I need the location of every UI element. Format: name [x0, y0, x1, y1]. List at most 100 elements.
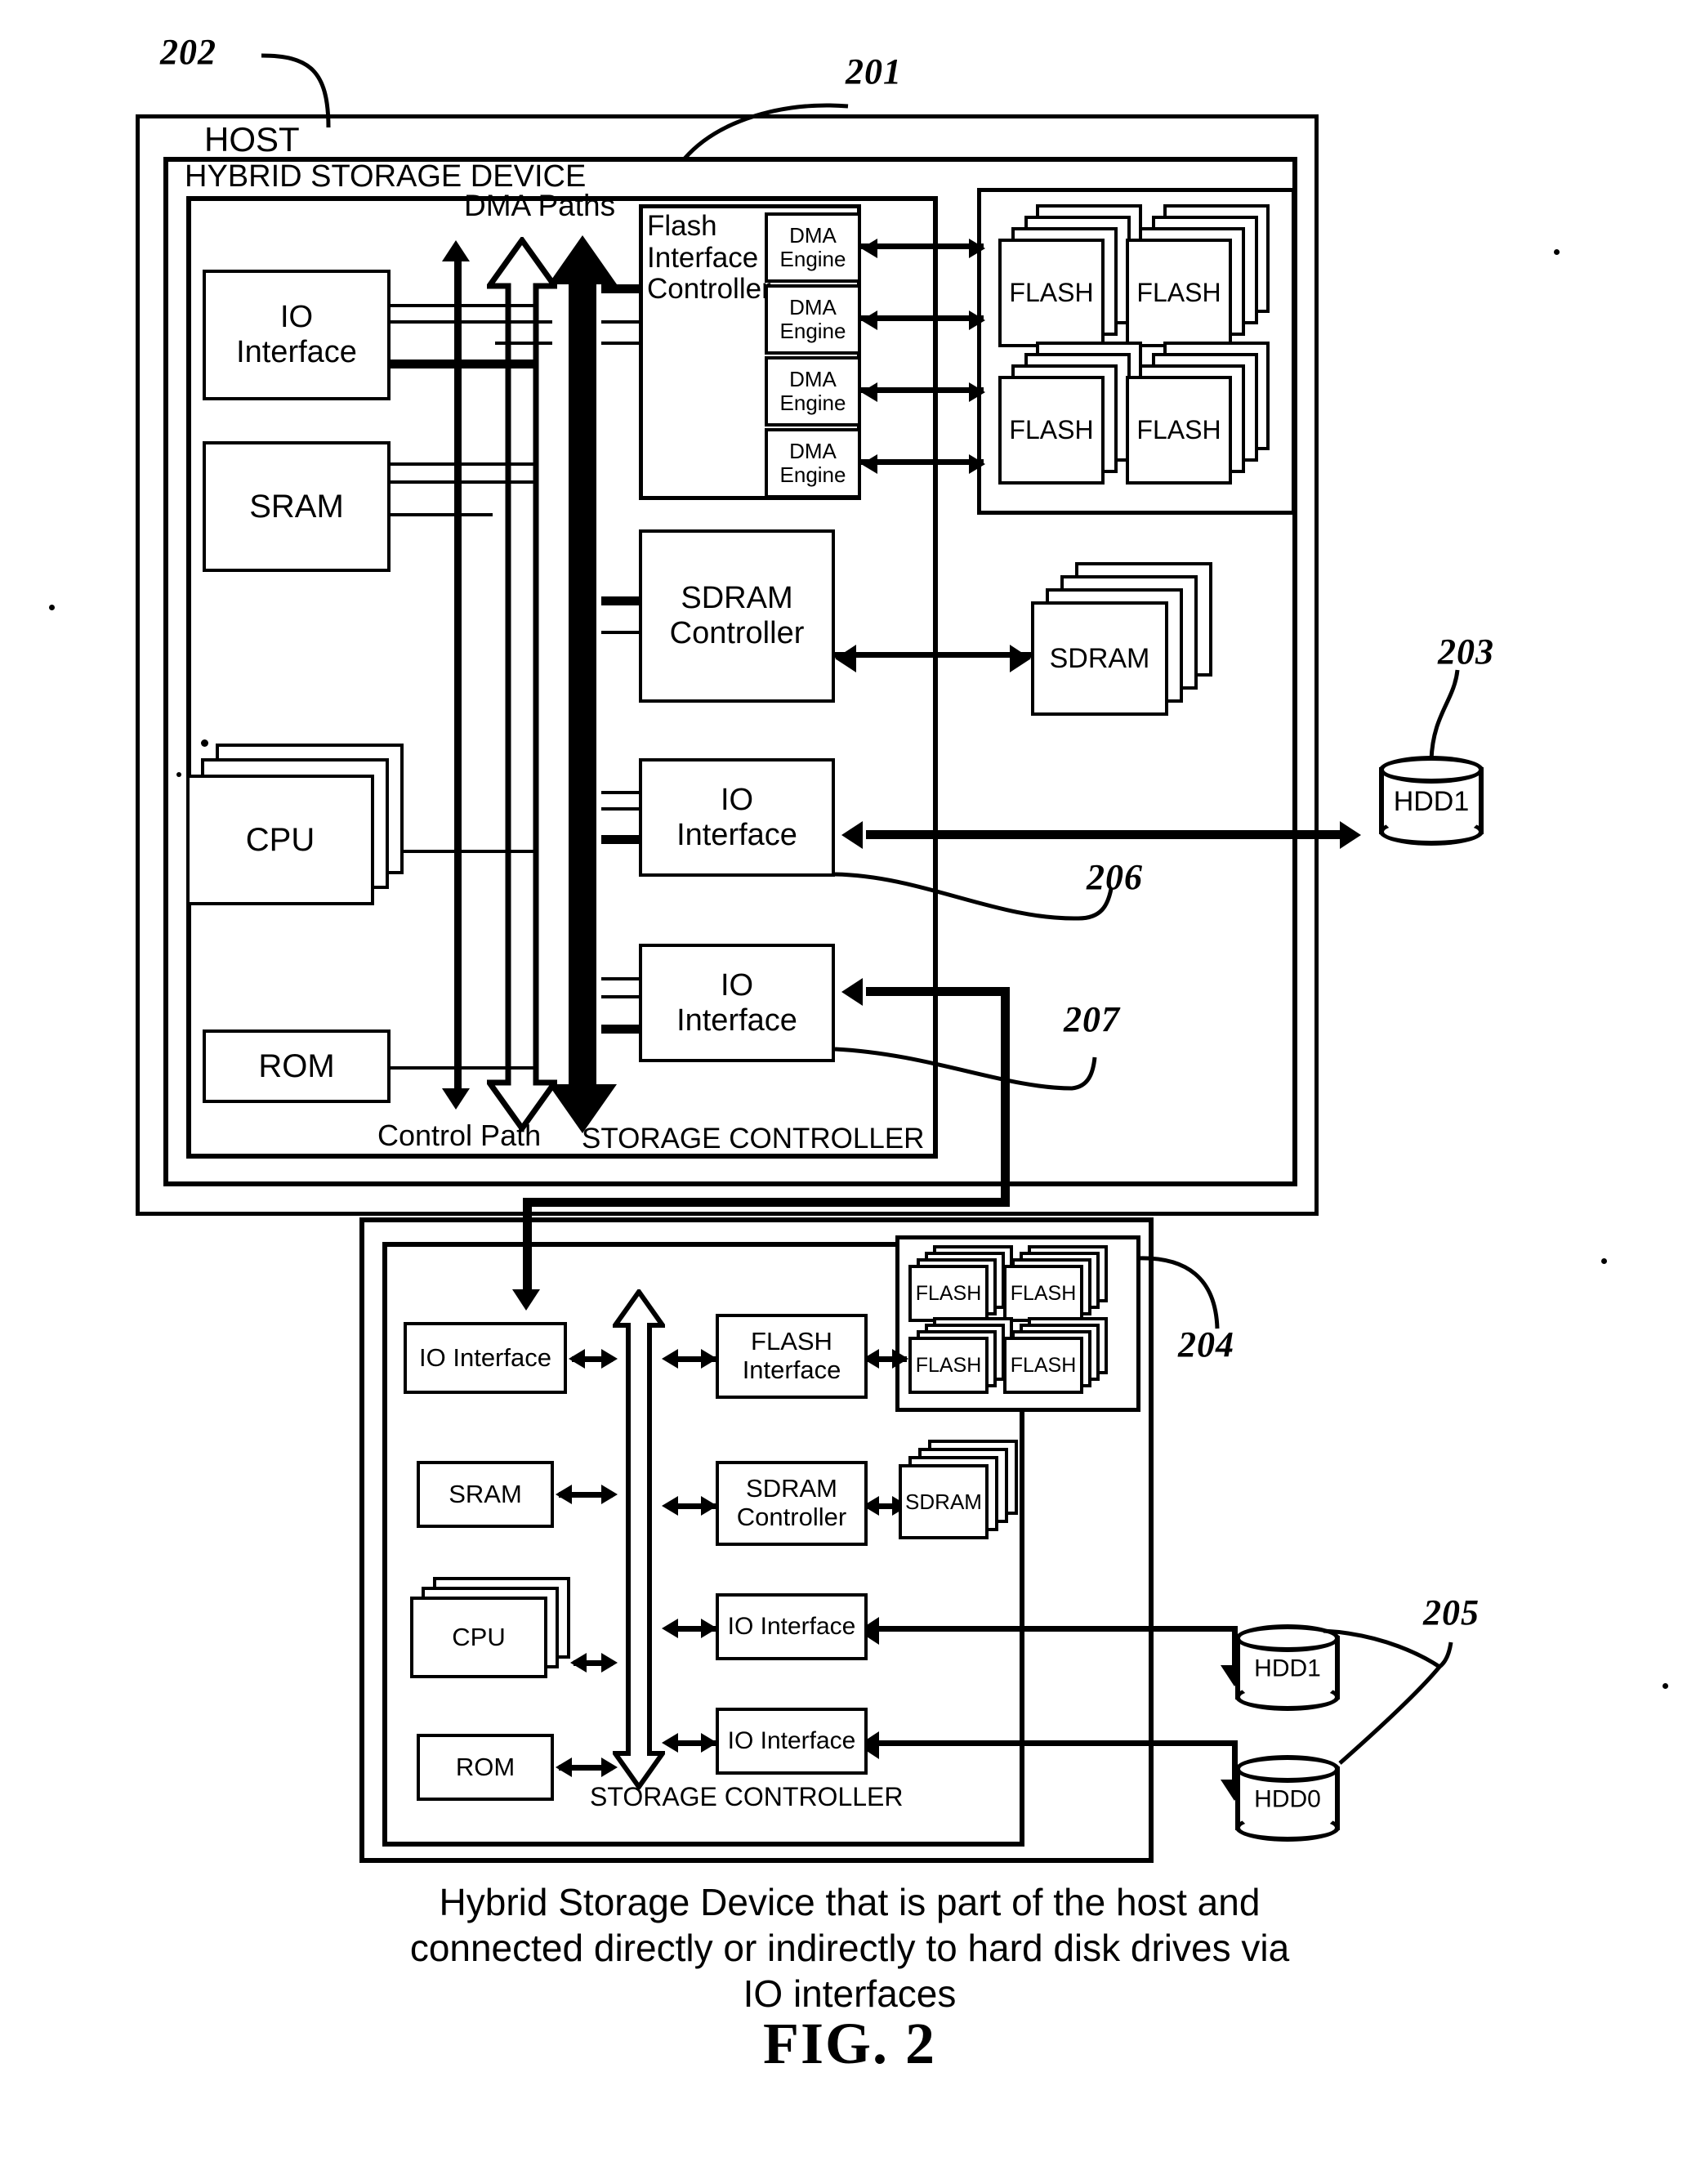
arrowhead-left: [861, 382, 877, 402]
scan-speck: [1554, 249, 1560, 255]
leader-line-207: [834, 1047, 1097, 1091]
arrowhead-left: [556, 1485, 572, 1504]
sdram-front: SDRAM: [1031, 601, 1168, 716]
block-label: ROM: [455, 1752, 516, 1781]
wire-io207-h2: [523, 1198, 1010, 1207]
wire-io207-dma-bus: [601, 1025, 640, 1034]
block-label: SDRAM Controller: [669, 581, 805, 650]
cpu-front: CPU: [186, 775, 374, 905]
block-label: IO Interface: [676, 782, 797, 852]
arrowhead-left: [662, 1496, 678, 1516]
wire-io206-bus: [601, 791, 640, 794]
bus-tie: [458, 850, 493, 853]
wire-fic-bus: [601, 342, 640, 345]
figure-caption: Hybrid Storage Device that is part of th…: [245, 1879, 1454, 2017]
arrowhead-left: [861, 239, 877, 258]
flash-stack-b3[interactable]: FLASH: [908, 1317, 1019, 1399]
scan-speck: [176, 772, 181, 777]
wire-dma2-flash: [861, 315, 984, 321]
ref-207: 207: [1064, 999, 1120, 1039]
block-io-interface-bottom-in[interactable]: IO Interface: [404, 1322, 567, 1394]
block-label: IO Interface: [419, 1342, 551, 1372]
block-io-interface-206[interactable]: IO Interface: [639, 758, 835, 877]
flash-interface-controller-label: Flash Interface Controller: [647, 210, 771, 305]
block-dma-engine-1[interactable]: DMA Engine: [765, 212, 861, 283]
block-sdram-controller-bottom[interactable]: SDRAM Controller: [716, 1461, 868, 1546]
block-label: SDRAM: [905, 1489, 982, 1514]
wire-sram-to-bus: [391, 462, 538, 466]
bus-tie: [458, 320, 493, 324]
wire-io206-dma-bus: [601, 835, 640, 844]
block-label: FLASH: [1010, 1281, 1077, 1305]
block-io-interface-207[interactable]: IO Interface: [639, 944, 835, 1062]
block-io-interface-host[interactable]: IO Interface: [203, 270, 391, 400]
arrowhead-right: [969, 310, 985, 330]
dma-engine-label: DMA Engine: [779, 438, 846, 487]
block-label: FLASH: [1009, 415, 1094, 444]
wire-sdramctl-sdram: [835, 652, 1031, 658]
block-label: CPU: [245, 821, 315, 858]
block-dma-engine-4[interactable]: DMA Engine: [765, 428, 861, 498]
leader-line-201: [683, 103, 849, 160]
flash-stack-4[interactable]: FLASH: [1126, 342, 1273, 485]
block-rom-bottom[interactable]: ROM: [417, 1734, 554, 1801]
block-label: SRAM: [249, 488, 344, 525]
block-label: SDRAM Controller: [736, 1474, 847, 1531]
wire-fic-dma-bus: [601, 284, 640, 293]
arrowhead-left: [841, 821, 863, 849]
flash-front: FLASH: [998, 239, 1105, 347]
flash-stack-b1[interactable]: FLASH: [908, 1245, 1019, 1327]
arrowhead-right: [701, 1619, 717, 1638]
block-io-interface-hdd1-bottom[interactable]: IO Interface: [716, 1593, 868, 1660]
arrowhead-right: [969, 239, 985, 258]
wire-dma1-flash: [861, 243, 984, 249]
flash-stack-3[interactable]: FLASH: [998, 342, 1145, 485]
caption-line-1: Hybrid Storage Device that is part of th…: [439, 1881, 1261, 1923]
sdram-stack-top[interactable]: SDRAM: [1031, 562, 1219, 717]
figure-number: FIG. 2: [762, 2011, 936, 2076]
flash-front: FLASH: [1003, 1265, 1083, 1322]
arrowhead-right: [601, 1349, 618, 1369]
block-cpu-bottom[interactable]: CPU: [410, 1577, 582, 1691]
wire-fic-bus: [601, 320, 640, 324]
cpu-front: CPU: [410, 1597, 547, 1678]
block-cpu-top[interactable]: CPU: [186, 744, 423, 931]
leader-line-206: [834, 872, 1114, 921]
block-label: FLASH: [1136, 415, 1221, 444]
control-bus-arrow-down: [442, 1088, 470, 1110]
hdd1-top[interactable]: HDD1: [1379, 756, 1484, 846]
arrowhead-right: [701, 1496, 717, 1516]
arrowhead-left: [662, 1349, 678, 1369]
flash-front: FLASH: [1126, 239, 1232, 347]
dma-bus-arrow: [548, 235, 617, 1133]
arrowhead-right: [601, 1485, 618, 1504]
block-io-interface-hdd0-bottom[interactable]: IO Interface: [716, 1708, 868, 1775]
wire-fic-bus-2: [495, 342, 552, 345]
block-sram-bottom[interactable]: SRAM: [417, 1461, 554, 1528]
wire-sdramctl-dma-bus: [601, 596, 640, 605]
flash-stack-1[interactable]: FLASH: [998, 204, 1145, 347]
flash-stack-b2[interactable]: FLASH: [1003, 1245, 1114, 1327]
flash-stack-2[interactable]: FLASH: [1126, 204, 1273, 347]
block-dma-engine-3[interactable]: DMA Engine: [765, 356, 861, 427]
block-sram-top[interactable]: SRAM: [203, 441, 391, 572]
wire-sdramctl-bus: [601, 631, 640, 634]
sdram-stack-bottom[interactable]: SDRAM: [899, 1440, 1029, 1546]
block-rom-top[interactable]: ROM: [203, 1029, 391, 1103]
block-sdram-controller-top[interactable]: SDRAM Controller: [639, 529, 835, 703]
block-label: FLASH: [915, 1353, 982, 1377]
dma-engine-label: DMA Engine: [779, 366, 846, 415]
arrowhead-left: [556, 1757, 572, 1777]
block-label: ROM: [258, 1047, 335, 1084]
bottom-hollow-bus-arrow: [613, 1289, 665, 1789]
block-label: IO Interface: [727, 1727, 856, 1755]
block-dma-engine-2[interactable]: DMA Engine: [765, 284, 861, 355]
hdd-cylinder-bottom: [1379, 818, 1484, 846]
wire-dma4-flash: [861, 459, 984, 465]
control-bus-line-b: [454, 261, 460, 1088]
block-flash-interface-bottom[interactable]: FLASH Interface: [716, 1314, 868, 1399]
block-label: FLASH: [1010, 1353, 1077, 1377]
wire-io-to-hdd1-bottom: [868, 1626, 1235, 1632]
flash-stack-b4[interactable]: FLASH: [1003, 1317, 1114, 1399]
arrowhead-down: [512, 1289, 540, 1311]
